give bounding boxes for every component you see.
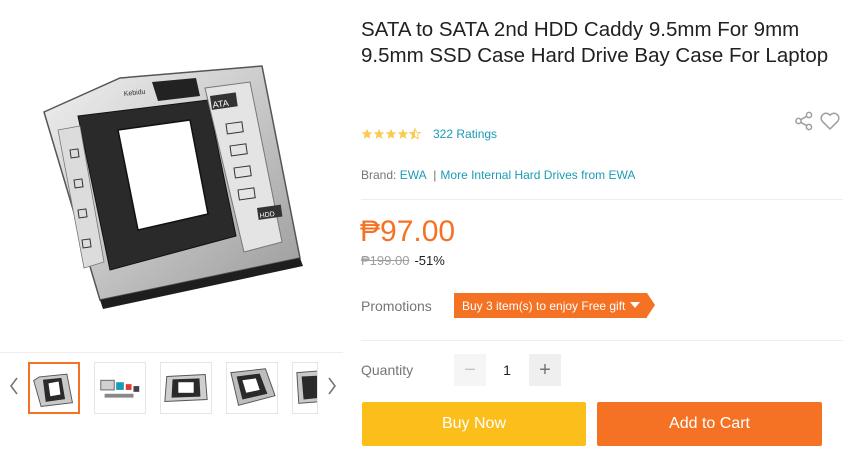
brand-link[interactable]: EWA xyxy=(400,168,426,182)
thumbnail-image xyxy=(230,368,276,406)
brand-label: Brand: xyxy=(361,168,397,182)
thumbnail-5[interactable] xyxy=(292,362,318,414)
star-icon xyxy=(397,128,409,139)
thumbnail-3[interactable] xyxy=(160,362,212,414)
half-star-icon xyxy=(409,128,421,140)
more-from-brand-link[interactable]: More Internal Hard Drives from EWA xyxy=(440,168,635,182)
thumbnail-image xyxy=(164,374,208,402)
promotions-label: Promotions xyxy=(361,298,432,314)
promotion-tag[interactable]: Buy 3 item(s) to enjoy Free gift xyxy=(454,293,656,318)
share-icon[interactable] xyxy=(794,111,814,131)
star-rating xyxy=(361,128,421,140)
divider xyxy=(361,199,843,200)
main-product-image[interactable]: ATA HDD Kebidu xyxy=(0,0,343,345)
promotion-tag-text: Buy 3 item(s) to enjoy Free gift xyxy=(462,298,626,313)
buy-now-button[interactable]: Buy Now xyxy=(362,402,586,446)
thumbnail-image xyxy=(296,370,317,404)
thumbnail-image xyxy=(33,373,74,407)
thumbnail-next-arrow[interactable] xyxy=(323,372,341,400)
quantity-input[interactable] xyxy=(492,354,522,386)
thumbnail-image xyxy=(100,379,140,398)
discount-badge: -51% xyxy=(414,253,445,268)
tag-notch xyxy=(647,293,656,317)
star-icon xyxy=(361,128,373,139)
add-to-cart-button[interactable]: Add to Cart xyxy=(597,402,822,446)
heart-icon[interactable] xyxy=(819,110,841,132)
divider xyxy=(361,340,843,341)
quantity-decrease-button[interactable]: − xyxy=(454,354,486,386)
minus-icon: − xyxy=(464,358,476,381)
thumbnail-4[interactable] xyxy=(226,362,278,414)
current-price: ₱97.00 xyxy=(360,215,456,248)
quantity-increase-button[interactable]: + xyxy=(529,354,561,386)
plus-icon: + xyxy=(539,358,551,381)
brand-separator: | xyxy=(433,168,437,182)
rating-row: 322 Ratings xyxy=(361,126,497,142)
thumbnail-1[interactable] xyxy=(28,362,80,414)
thumbnail-2[interactable] xyxy=(94,362,146,414)
brand-row: Brand: EWA | More Internal Hard Drives fr… xyxy=(361,168,635,182)
ratings-count-link[interactable]: 322 Ratings xyxy=(433,127,497,141)
caret-down-icon xyxy=(630,302,641,308)
hdd-caddy-image: ATA HDD Kebidu xyxy=(43,65,303,309)
product-gallery: ATA HDD Kebidu xyxy=(0,0,343,459)
product-details: SATA to SATA 2nd HDD Caddy 9.5mm For 9mm… xyxy=(360,0,847,459)
original-price: ₱199.00 xyxy=(361,253,410,268)
thumbnail-strip xyxy=(0,352,343,422)
original-price-row: ₱199.00 -51% xyxy=(361,253,445,268)
quantity-label: Quantity xyxy=(361,362,414,378)
thumbnail-prev-arrow[interactable] xyxy=(5,372,23,400)
product-title: SATA to SATA 2nd HDD Caddy 9.5mm For 9mm… xyxy=(361,18,829,67)
star-icon xyxy=(385,128,397,139)
star-icon xyxy=(373,128,385,139)
chevron-left-icon xyxy=(10,377,18,395)
divider xyxy=(0,352,343,353)
chevron-right-icon xyxy=(328,377,336,395)
